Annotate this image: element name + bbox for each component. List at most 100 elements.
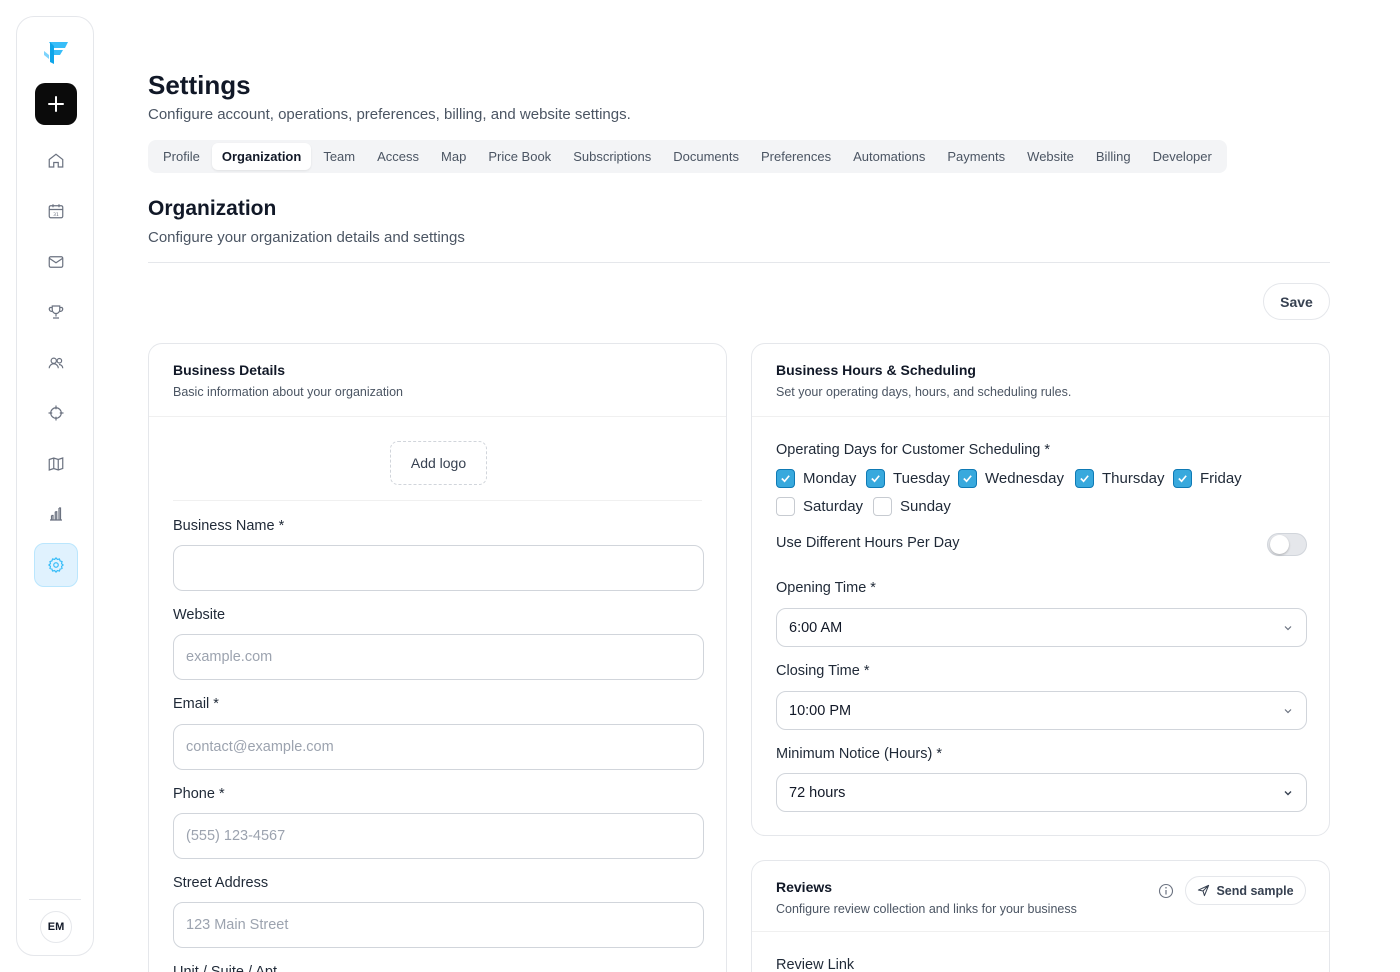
business-details-description: Basic information about your organizatio… [173,385,403,399]
checkbox-checked-icon[interactable] [1075,469,1094,488]
tab-billing[interactable]: Billing [1086,143,1141,170]
day-label: Friday [1200,470,1242,487]
business-details-title: Business Details [173,362,286,378]
tab-payments[interactable]: Payments [937,143,1015,170]
checkbox-unchecked-icon[interactable] [776,497,795,516]
map-icon [48,457,64,471]
day-sunday[interactable]: Sunday [873,497,951,516]
operating-days-label: Operating Days for Customer Scheduling * [776,442,1051,458]
business-hours-card: Business Hours & Scheduling Set your ope… [751,343,1330,836]
send-sample-button[interactable]: Send sample [1185,876,1306,905]
save-button[interactable]: Save [1263,283,1330,320]
day-label: Monday [803,470,857,487]
day-monday[interactable]: Monday [776,469,856,488]
street-address-input[interactable] [173,902,704,948]
sidebar-item-map[interactable] [34,442,78,486]
add-logo-button[interactable]: Add logo [390,441,487,485]
page-subtitle: Configure account, operations, preferenc… [148,106,631,123]
opening-time-value: 6:00 AM [789,619,843,636]
tab-subscriptions[interactable]: Subscriptions [563,143,661,170]
avatar[interactable]: EM [40,911,72,943]
new-item-button[interactable] [35,83,77,125]
email-label: Email * [173,696,219,712]
website-label: Website [173,607,226,623]
sidebar-item-mail[interactable] [34,240,78,284]
checkbox-checked-icon[interactable] [866,469,885,488]
sidebar-item-target[interactable] [34,391,78,435]
day-label: Thursday [1102,470,1165,487]
phone-label: Phone * [173,786,225,802]
email-input[interactable] [173,724,704,770]
toggle-knob [1270,535,1289,554]
tab-team[interactable]: Team [313,143,365,170]
settings-tabs: Profile Organization Team Access Map Pri… [148,140,1227,173]
page-title: Settings [148,70,251,100]
day-label: Sunday [900,498,951,515]
sidebar-item-users[interactable] [34,341,78,385]
sidebar-divider [29,899,81,900]
plus-icon [48,96,64,112]
sidebar: 31 EM [16,16,94,956]
sidebar-item-settings[interactable] [34,543,78,587]
tab-preferences[interactable]: Preferences [751,143,841,170]
day-friday[interactable]: Friday [1173,469,1242,488]
day-thursday[interactable]: Thursday [1075,469,1165,488]
business-hours-header: Business Hours & Scheduling Set your ope… [752,344,1329,417]
checkbox-checked-icon[interactable] [958,469,977,488]
website-input[interactable] [173,634,704,680]
day-saturday[interactable]: Saturday [776,497,863,516]
sidebar-item-trophy[interactable] [34,290,78,334]
mail-icon [48,256,64,268]
svg-text:31: 31 [53,212,59,218]
minimum-notice-value: 72 hours [789,784,846,801]
chevron-down-icon [1284,708,1292,713]
chevron-down-icon [1284,625,1292,630]
tab-access[interactable]: Access [367,143,429,170]
section-subtitle: Configure your organization details and … [148,229,465,246]
tab-automations[interactable]: Automations [843,143,935,170]
bar-chart-icon [50,507,62,521]
app-logo-icon[interactable] [41,37,71,67]
unit-label: Unit / Suite / Apt [173,964,277,972]
tab-price-book[interactable]: Price Book [478,143,561,170]
section-title: Organization [148,197,277,220]
reviews-header: Reviews Configure review collection and … [752,861,1329,932]
reviews-card: Reviews Configure review collection and … [751,860,1330,972]
business-hours-title: Business Hours & Scheduling [776,362,976,378]
minimum-notice-select[interactable]: 72 hours [776,773,1307,812]
day-label: Tuesday [893,470,950,487]
opening-time-select[interactable]: 6:00 AM [776,608,1307,647]
phone-input[interactable] [173,813,704,859]
tab-organization[interactable]: Organization [211,143,312,170]
send-icon [1198,884,1210,897]
sidebar-item-calendar[interactable]: 31 [34,189,78,233]
day-wednesday[interactable]: Wednesday [958,469,1064,488]
street-address-label: Street Address [173,875,269,891]
tab-documents[interactable]: Documents [663,143,749,170]
sidebar-item-reports[interactable] [34,492,78,536]
gear-icon [47,556,65,574]
day-label: Wednesday [985,470,1064,487]
tab-map[interactable]: Map [431,143,476,170]
business-name-input[interactable] [173,545,704,591]
closing-time-label: Closing Time * [776,663,870,679]
calendar-icon: 31 [48,204,64,219]
minimum-notice-label: Minimum Notice (Hours) * [776,746,942,762]
tab-developer[interactable]: Developer [1143,143,1222,170]
home-icon [48,153,64,168]
day-tuesday[interactable]: Tuesday [866,469,950,488]
business-name-label: Business Name * [173,518,285,534]
chevron-down-icon [1284,790,1292,795]
checkbox-unchecked-icon[interactable] [873,497,892,516]
tab-website[interactable]: Website [1017,143,1084,170]
sidebar-item-home[interactable] [34,139,78,183]
checkbox-checked-icon[interactable] [776,469,795,488]
business-details-card: Business Details Basic information about… [148,343,727,972]
info-icon[interactable] [1158,883,1174,899]
business-hours-description: Set your operating days, hours, and sche… [776,385,1072,399]
different-hours-label: Use Different Hours Per Day [776,535,960,551]
tab-profile[interactable]: Profile [153,143,210,170]
checkbox-checked-icon[interactable] [1173,469,1192,488]
closing-time-select[interactable]: 10:00 PM [776,691,1307,730]
different-hours-toggle[interactable] [1267,533,1307,556]
